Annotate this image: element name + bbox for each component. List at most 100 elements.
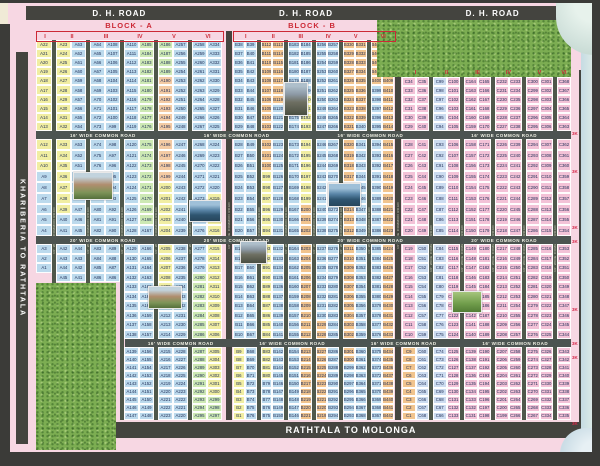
plot-row: B169B198 — [288, 182, 312, 193]
plot-row: C95C104 — [433, 113, 460, 122]
plot-row: B103B122 — [261, 122, 285, 131]
plot-cell: B242 — [316, 182, 328, 193]
plot-cell: B232 — [316, 292, 328, 302]
plot-row: B253B260 — [316, 67, 340, 76]
plot-row: B24B53 — [233, 182, 257, 193]
plot-cell: B341 — [355, 139, 367, 150]
plot-cell: A118 — [124, 113, 139, 122]
plot-cell: B124 — [272, 150, 284, 161]
plot-row: B173B194 — [288, 139, 312, 150]
plot-cell: C63 — [416, 371, 430, 379]
plot-cell: B427 — [382, 273, 394, 283]
plot-column-c-vi: C368C367C366C365C364C363C362C361C360C359… — [557, 77, 571, 420]
plot-row: A33A53 — [56, 139, 86, 150]
plot-row: B395B414 — [371, 122, 395, 131]
plot-cell: C42 — [416, 150, 430, 161]
plot-band: C294C307C293C308C292C309C291C310C290C311… — [526, 139, 553, 236]
plot-row: B109B116 — [261, 67, 285, 76]
plot-cell: C170 — [478, 122, 492, 131]
plot-row: C293C308 — [526, 150, 553, 161]
plot-cell: B367 — [371, 412, 383, 420]
plot-column-b-iv: B256B257B255B258B254B259B253B260B252B261… — [316, 40, 340, 420]
plot-band: C164C165C163C166C162C167C161C168C160C169… — [464, 77, 491, 131]
plot-cell: C325 — [540, 330, 554, 340]
plot-row: B304B357 — [343, 311, 367, 321]
plot-band: B83B142B82B143B81B144B80B145B79B146B78B1… — [261, 347, 285, 420]
plot-row: B10B67 — [233, 330, 257, 340]
plot-cell: B77 — [261, 396, 273, 404]
column-numeral: V — [526, 69, 553, 77]
plot-cell: B324 — [343, 95, 355, 104]
plot-row: C230C235 — [495, 95, 522, 104]
plot-cell: A265 — [192, 104, 207, 113]
plot-row: B4B73 — [233, 388, 257, 396]
plot-cell: B127 — [272, 182, 284, 193]
plot-cell: B66 — [245, 320, 257, 330]
plot-cell: A100 — [105, 113, 120, 122]
plot-cell: A136 — [124, 311, 139, 321]
plot-row: C14C55 — [402, 292, 429, 302]
plot-band: B154B213B153B214B152B215B151B216B150B217… — [288, 347, 312, 420]
plot-cell: C12 — [402, 311, 416, 321]
plot-row: C97C102 — [433, 95, 460, 104]
plot-cell: A270 — [192, 161, 207, 172]
plot-cell: B9 — [233, 347, 245, 355]
plot-cell: B348 — [355, 214, 367, 225]
plot-row: B235B278 — [316, 263, 340, 273]
plot-cell: C82 — [433, 263, 447, 273]
plot-cell: B169 — [288, 182, 300, 193]
plot-cell: C342 — [557, 355, 571, 363]
plot-cell: B243 — [316, 171, 328, 182]
plot-row: C22C47 — [402, 204, 429, 215]
plot-cell: B199 — [300, 193, 312, 204]
plot-cell: A43 — [71, 254, 86, 264]
plot-cell: B234 — [316, 273, 328, 283]
plot-cell: B99 — [261, 171, 273, 182]
plot-row: A138A157 — [124, 330, 154, 340]
plot-cell: B82 — [261, 355, 273, 363]
plot-row: A29A57 — [56, 95, 86, 104]
plot-cell: B61 — [245, 273, 257, 283]
plot-cell: C43 — [416, 161, 430, 172]
plot-row: B87B138 — [261, 301, 285, 311]
plot-cell: B35 — [233, 67, 245, 76]
plot-cell: C11 — [402, 320, 416, 330]
plot-row: C1C68 — [402, 412, 429, 420]
plot-row: C25C44 — [402, 171, 429, 182]
plot-cell: C57 — [416, 311, 430, 321]
plot-row: A68A104 — [90, 76, 120, 85]
plot-row: A195A248 — [158, 122, 188, 131]
plot-cell: C118 — [447, 273, 461, 283]
plot-cell: B300 — [343, 355, 355, 363]
plot-cell: A8 — [36, 182, 52, 193]
plot-cell: A191 — [158, 85, 173, 94]
plot-row: C86C113 — [433, 214, 460, 225]
plot-cell: B213 — [300, 347, 312, 355]
plot-cell: A285 — [192, 320, 207, 330]
plot-row: B161B206 — [288, 273, 312, 283]
plot-row: B23B54 — [233, 193, 257, 204]
plot-cell: B376 — [371, 330, 383, 340]
plot-row: C85C114 — [433, 225, 460, 236]
plot-cell: A177 — [139, 113, 154, 122]
plot-row: C135C194 — [464, 379, 491, 387]
plot-row: C29C40 — [402, 122, 429, 131]
plot-row: B303B358 — [343, 320, 367, 330]
plot-cell: B122 — [272, 122, 284, 131]
plot-row: C355 — [557, 214, 571, 225]
plot-row: B309B352 — [343, 263, 367, 273]
plot-cell: A149 — [139, 404, 154, 412]
plot-row: C300C301 — [526, 77, 553, 86]
plot-cell: B52 — [245, 171, 257, 182]
plot-cell: B391 — [371, 171, 383, 182]
plot-cell: B438 — [382, 379, 394, 387]
plot-cell: B241 — [316, 193, 328, 204]
plot-row: B394B415 — [371, 139, 395, 150]
plot-cell: B423 — [382, 225, 394, 236]
plot-cell: C279 — [526, 301, 540, 311]
plot-cell: C255 — [509, 311, 523, 321]
plot-row: C23C46 — [402, 193, 429, 204]
plot-row: C151C178 — [464, 214, 491, 225]
plot-cell: A117 — [124, 104, 139, 113]
plot-cell: A115 — [124, 85, 139, 94]
